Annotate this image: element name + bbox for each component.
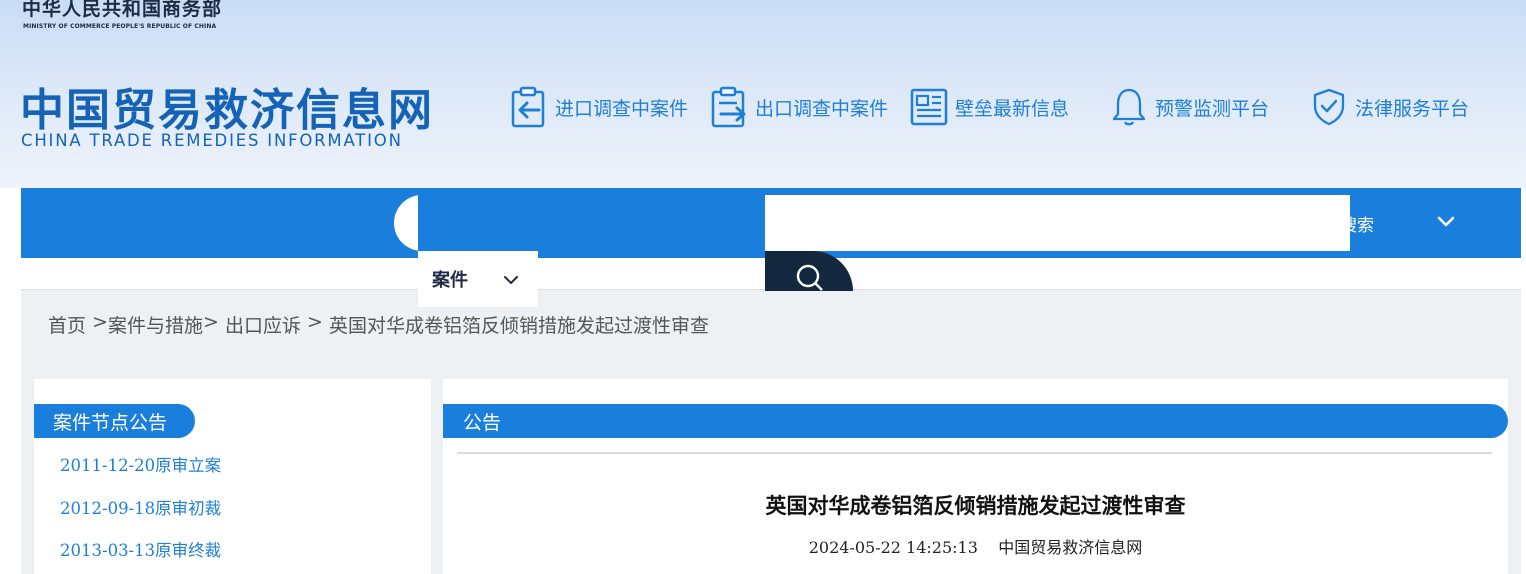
- chevron-down-icon: [504, 276, 518, 284]
- case-node-link[interactable]: 2012-09-18原审初裁: [60, 495, 221, 519]
- announcement-panel-title: 公告: [443, 404, 1508, 438]
- case-node-link[interactable]: 2013-03-13原审终裁: [60, 537, 221, 561]
- article-date: 2024-05-22 14:25:13: [808, 538, 978, 557]
- article-source: 中国贸易救济信息网: [998, 538, 1143, 557]
- bell-icon: [1112, 88, 1146, 126]
- nav-export-cases-label: 出口调查中案件: [755, 97, 889, 120]
- shield-check-icon: [1313, 88, 1345, 126]
- case-node-link[interactable]: 2011-12-20原审立案: [60, 452, 221, 476]
- newspaper-icon: [910, 88, 948, 126]
- search-category-label: 案件: [432, 270, 468, 291]
- search-input[interactable]: [765, 195, 1350, 251]
- nav-legal-platform[interactable]: 法律服务平台: [1309, 86, 1469, 128]
- divider: [457, 452, 1492, 454]
- nav-import-cases-label: 进口调查中案件: [555, 97, 689, 120]
- nav-barrier-news-label: 壁垒最新信息: [955, 97, 1070, 120]
- chevron-down-icon[interactable]: [1434, 210, 1458, 234]
- clipboard-import-icon: [511, 86, 545, 128]
- site-logo-cn[interactable]: 中国贸易救济信息网: [20, 74, 434, 138]
- breadcrumb-current: 英国对华成卷铝箔反倾销措施发起过渡性审查: [328, 315, 709, 337]
- breadcrumb-cases-measures[interactable]: 案件与措施: [108, 311, 203, 338]
- breadcrumb-home[interactable]: 首页: [48, 311, 86, 338]
- article-meta: 2024-05-22 14:25:13 中国贸易救济信息网: [443, 534, 1508, 558]
- search-category-area: [418, 195, 765, 251]
- article-title: 英国对华成卷铝箔反倾销措施发起过渡性审查: [765, 493, 1186, 518]
- nav-barrier-news[interactable]: 壁垒最新信息: [909, 86, 1069, 128]
- search-label[interactable]: 搜索: [1344, 211, 1374, 236]
- breadcrumb-separator: >: [203, 311, 225, 333]
- nav-legal-platform-label: 法律服务平台: [1355, 97, 1470, 120]
- nav-export-cases[interactable]: 出口调查中案件: [709, 86, 888, 128]
- breadcrumb-separator: >: [86, 311, 108, 333]
- breadcrumb: 首页 > 案件与措施 > 出口应诉 > 英国对华成卷铝箔反倾销措施发起过渡性审查: [48, 311, 709, 338]
- ministry-name-en[interactable]: MINISTRY OF COMMERCE PEOPLE'S REPUBLIC O…: [23, 23, 216, 30]
- breadcrumb-export-response[interactable]: 出口应诉: [225, 311, 301, 338]
- breadcrumb-separator: >: [300, 311, 329, 333]
- nav-warning-platform-label: 预警监测平台: [1155, 97, 1270, 120]
- case-node-panel-title: 案件节点公告: [34, 404, 195, 438]
- nav-import-cases[interactable]: 进口调查中案件: [509, 86, 688, 128]
- site-logo-en: CHINA TRADE REMEDIES INFORMATION: [21, 131, 403, 150]
- nav-warning-platform[interactable]: 预警监测平台: [1109, 86, 1269, 128]
- search-icon: [796, 264, 823, 291]
- ministry-name-cn[interactable]: 中华人民共和国商务部: [22, 0, 222, 21]
- site-header: 中华人民共和国商务部 MINISTRY OF COMMERCE PEOPLE'S…: [0, 0, 1526, 188]
- clipboard-export-icon: [711, 86, 746, 128]
- search-category-dropdown[interactable]: 案件: [418, 251, 538, 307]
